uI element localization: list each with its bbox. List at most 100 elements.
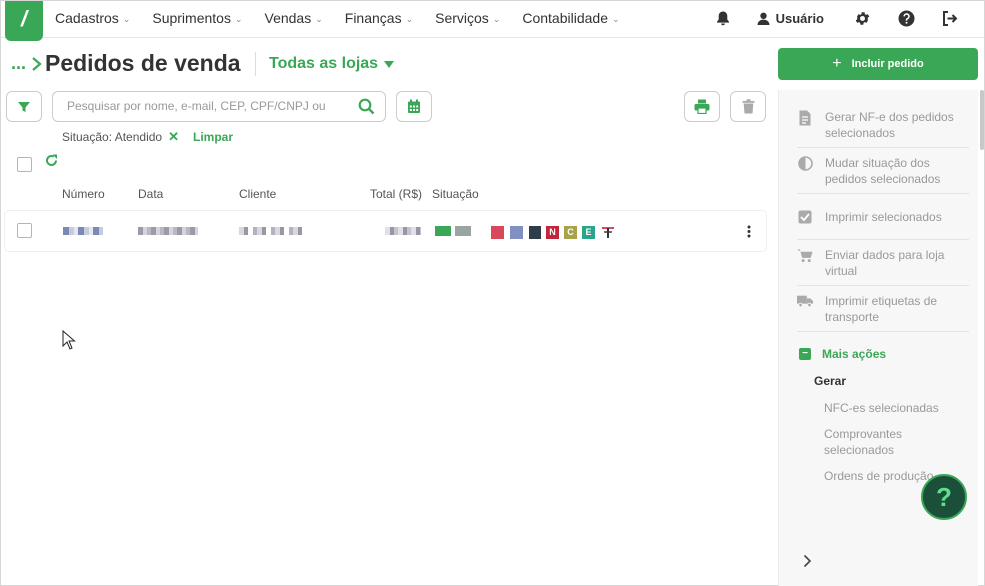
integration-tag-blue <box>510 226 523 239</box>
more-actions-toggle[interactable]: − Mais ações <box>799 347 886 361</box>
gear-icon[interactable] <box>852 8 872 28</box>
main-nav: Cadastros ⌄ Suprimentos ⌄ Vendas ⌄ Finanças… <box>55 1 642 35</box>
nav-cadastros[interactable]: Cadastros ⌄ <box>55 10 130 26</box>
divider <box>797 147 969 148</box>
plus-icon: + <box>832 55 842 72</box>
col-data[interactable]: Data <box>138 187 163 201</box>
store-selector[interactable]: Todas as lojas <box>269 55 395 73</box>
nav-servicos[interactable]: Serviços ⌄ <box>435 10 500 26</box>
chevron-down-icon: ⌄ <box>405 13 414 24</box>
trash-icon <box>742 99 754 114</box>
col-numero[interactable]: Número <box>62 187 105 201</box>
include-order-label: Incluir pedido <box>851 58 924 70</box>
logout-icon[interactable] <box>940 8 960 28</box>
col-situacao[interactable]: Situação <box>432 187 479 201</box>
document-icon <box>797 110 813 126</box>
action-label: Imprimir selecionados <box>825 210 942 224</box>
nav-label: Cadastros <box>55 10 119 26</box>
app-logo[interactable]: / <box>5 1 43 41</box>
link-receipts-selected[interactable]: Comprovantes selecionados <box>824 426 954 458</box>
breadcrumb-ellipsis: ... <box>11 53 27 73</box>
title-divider <box>255 52 256 76</box>
sidebar-scrollbar[interactable] <box>980 90 984 150</box>
action-label: Imprimir etiquetas de transporte <box>825 294 938 324</box>
filter-label: Situação: Atendido <box>62 130 163 144</box>
redacted-number <box>63 227 103 235</box>
action-label: Gerar NF-e dos pedidos selecionados <box>825 110 954 140</box>
generate-heading: Gerar <box>814 374 847 388</box>
integration-tag-red <box>491 226 504 239</box>
row-actions-icon[interactable] <box>747 225 751 243</box>
tag-n: N <box>546 226 559 239</box>
divider <box>797 239 969 240</box>
calendar-button[interactable] <box>396 91 432 122</box>
user-menu[interactable]: Usuário <box>757 11 824 26</box>
transport-tag-icon <box>601 226 614 239</box>
minus-icon: − <box>799 348 811 360</box>
nav-label: Finanças <box>344 10 402 26</box>
mouse-pointer-icon <box>62 329 76 355</box>
col-cliente[interactable]: Cliente <box>239 187 276 201</box>
redacted-total <box>385 227 421 235</box>
half-circle-icon <box>797 156 813 171</box>
breadcrumb[interactable]: ... <box>11 53 43 74</box>
cart-icon <box>797 248 813 263</box>
store-selector-label: Todas as lojas <box>269 55 379 72</box>
bell-icon[interactable] <box>713 8 733 28</box>
action-print-labels[interactable]: Imprimir etiquetas de transporte <box>797 293 969 325</box>
calendar-icon <box>408 99 420 113</box>
top-right-tools: Usuário <box>713 1 984 35</box>
printer-icon <box>694 99 710 114</box>
page-title: Pedidos de venda <box>45 50 241 76</box>
action-print-selected[interactable]: Imprimir selecionados <box>797 209 969 225</box>
redacted-client <box>239 227 305 235</box>
nav-vendas[interactable]: Vendas ⌄ <box>265 10 323 26</box>
search-icon[interactable] <box>358 98 375 120</box>
delete-button[interactable] <box>730 91 766 122</box>
action-label: Enviar dados para loja virtual <box>825 248 945 278</box>
clear-filters-link[interactable]: Limpar <box>193 130 233 144</box>
search-input[interactable] <box>67 99 337 113</box>
action-change-status[interactable]: Mudar situação dos pedidos selecionados <box>797 155 969 187</box>
chevron-down-icon: ⌄ <box>234 13 243 24</box>
nav-label: Suprimentos <box>152 10 231 26</box>
action-send-store[interactable]: Enviar dados para loja virtual <box>797 247 969 279</box>
user-name: Usuário <box>775 10 824 26</box>
nav-label: Serviços <box>435 10 489 26</box>
action-label: Mudar situação dos pedidos selecionados <box>825 156 941 186</box>
select-all-checkbox[interactable] <box>17 157 32 172</box>
redacted-status <box>435 226 471 236</box>
nav-contabilidade[interactable]: Contabilidade ⌄ <box>522 10 619 26</box>
more-actions-label: Mais ações <box>822 347 887 361</box>
chevron-down-icon: ⌄ <box>611 13 620 24</box>
remove-filter-icon[interactable]: ✕ <box>168 129 179 145</box>
tag-e: E <box>582 226 595 239</box>
nav-suprimentos[interactable]: Suprimentos ⌄ <box>152 10 242 26</box>
nav-label: Contabilidade <box>522 10 608 26</box>
row-checkbox[interactable] <box>17 223 32 238</box>
link-nfce-selected[interactable]: NFC-es selecionadas <box>824 400 954 416</box>
print-button[interactable] <box>684 91 720 122</box>
filter-button[interactable] <box>6 91 42 122</box>
chevron-right-icon <box>32 56 42 71</box>
chevron-down-icon: ⌄ <box>315 13 323 24</box>
help-button[interactable]: ? <box>921 474 967 520</box>
caret-down-icon <box>384 60 395 68</box>
nav-financas[interactable]: Finanças ⌄ <box>345 10 413 26</box>
chevron-down-icon: ⌄ <box>122 13 131 24</box>
truck-icon <box>797 294 813 308</box>
col-total[interactable]: Total (R$) <box>370 187 422 201</box>
action-generate-nfe[interactable]: Gerar NF-e dos pedidos selecionados <box>797 109 969 141</box>
chevron-down-icon: ⌄ <box>492 13 501 24</box>
chevron-right-icon[interactable] <box>803 554 812 573</box>
include-order-button[interactable]: + Incluir pedido <box>778 48 978 80</box>
filter-icon <box>18 101 30 112</box>
active-filter: Situação: Atendido ✕ Limpar <box>62 129 233 145</box>
refresh-icon[interactable] <box>45 154 58 172</box>
redacted-date <box>138 227 198 235</box>
checkbox-checked-icon <box>797 210 813 224</box>
divider <box>797 331 969 332</box>
divider <box>797 193 969 194</box>
help-circle-icon[interactable] <box>896 8 916 28</box>
nav-label: Vendas <box>264 10 312 26</box>
